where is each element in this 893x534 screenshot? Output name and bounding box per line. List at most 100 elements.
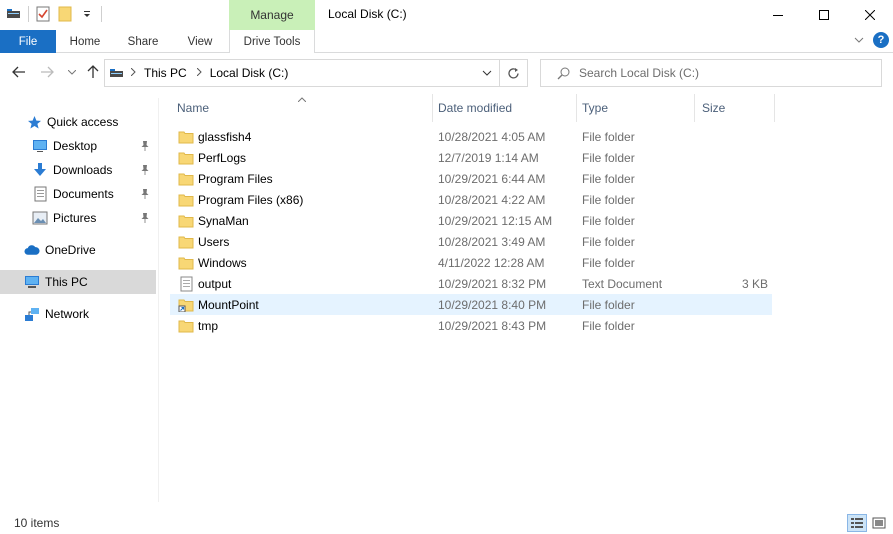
pin-icon[interactable] [138, 139, 152, 153]
file-type: File folder [582, 297, 635, 312]
sidebar-item-quick-access[interactable]: Quick access [0, 110, 156, 134]
sidebar-item-network[interactable]: Network [0, 302, 156, 326]
mount-point-icon [178, 297, 194, 313]
back-arrow-icon[interactable] [10, 63, 28, 81]
pin-icon[interactable] [138, 163, 152, 177]
file-size [702, 231, 768, 252]
ribbon-tabs: File Home Share View Drive Tools ? [0, 30, 893, 54]
up-arrow-icon[interactable] [84, 63, 102, 81]
quick-access-toolbar [6, 4, 108, 24]
sidebar-item-documents[interactable]: Documents [0, 182, 156, 206]
pictures-icon [32, 210, 48, 226]
column-header-type[interactable]: Type [582, 94, 682, 122]
star-icon [26, 114, 42, 130]
file-row[interactable]: Windows 4/11/2022 12:28 AM File folder [170, 252, 772, 273]
help-icon[interactable]: ? [873, 32, 889, 48]
file-row[interactable]: output 10/29/2021 8:32 PM Text Document 3 K… [170, 273, 772, 294]
file-date: 10/28/2021 4:22 AM [438, 192, 546, 207]
breadcrumb-separator-icon[interactable] [130, 67, 136, 79]
search-input[interactable]: Search Local Disk (C:) [540, 59, 882, 87]
file-name: Program Files (x86) [198, 192, 304, 207]
file-row[interactable]: PerfLogs 12/7/2019 1:14 AM File folder [170, 147, 772, 168]
sidebar-item-onedrive[interactable]: OneDrive [0, 238, 156, 262]
sidebar-item-this-pc[interactable]: This PC [0, 270, 156, 294]
file-row[interactable]: Program Files (x86) 10/28/2021 4:22 AM Fil… [170, 189, 772, 210]
breadcrumb-local-disk[interactable]: Local Disk (C:) [210, 66, 289, 80]
folder-icon [178, 255, 194, 271]
column-divider[interactable] [576, 94, 577, 122]
new-folder-icon[interactable] [57, 6, 73, 22]
file-row[interactable]: Program Files 10/29/2021 6:44 AM File fold… [170, 168, 772, 189]
file-date: 12/7/2019 1:14 AM [438, 150, 539, 165]
column-header-name[interactable]: Name [177, 94, 427, 122]
manage-context-tab[interactable]: Manage [229, 0, 315, 30]
pin-icon[interactable] [138, 187, 152, 201]
file-name: SynaMan [198, 213, 249, 228]
pane-divider[interactable] [158, 98, 159, 502]
file-name-cell: glassfish4 [178, 126, 251, 147]
file-size [702, 147, 768, 168]
minimize-button[interactable] [755, 0, 801, 30]
sidebar-item-desktop[interactable]: Desktop [0, 134, 156, 158]
forward-arrow-icon[interactable] [38, 63, 56, 81]
file-size: 3 KB [741, 276, 768, 291]
file-type: File folder [582, 129, 635, 144]
tab-drive-tools[interactable]: Drive Tools [229, 30, 315, 54]
file-type: File folder [582, 255, 635, 270]
file-row[interactable]: Users 10/28/2021 3:49 AM File folder [170, 231, 772, 252]
explorer-app-icon [6, 6, 22, 22]
customize-toolbar-icon[interactable] [79, 6, 95, 22]
folder-icon [178, 213, 194, 229]
address-bar[interactable]: This PC Local Disk (C:) [104, 59, 528, 87]
breadcrumb-this-pc[interactable]: This PC [144, 66, 187, 80]
file-name-cell: tmp [178, 315, 218, 336]
properties-icon[interactable] [35, 6, 51, 22]
file-size [702, 189, 768, 210]
file-date: 10/29/2021 12:15 AM [438, 213, 553, 228]
large-icons-view-icon[interactable] [869, 514, 889, 532]
breadcrumb-separator-icon[interactable] [196, 67, 202, 79]
file-row[interactable]: glassfish4 10/28/2021 4:05 AM File folder [170, 126, 772, 147]
details-view-icon[interactable] [847, 514, 867, 532]
file-type: File folder [582, 171, 635, 186]
sidebar-item-pictures[interactable]: Pictures [0, 206, 156, 230]
column-header-date[interactable]: Date modified [438, 94, 568, 122]
sidebar-item-downloads[interactable]: Downloads [0, 158, 156, 182]
window-title: Local Disk (C:) [328, 7, 407, 21]
tab-file[interactable]: File [0, 30, 56, 53]
title-bar: Manage Local Disk (C:) [0, 0, 893, 30]
file-type: File folder [582, 234, 635, 249]
sidebar-item-label: Desktop [53, 139, 98, 153]
close-button[interactable] [847, 0, 893, 30]
breadcrumb: This PC Local Disk (C:) [109, 60, 294, 86]
file-name-cell: MountPoint [178, 294, 259, 315]
column-header-size[interactable]: Size [702, 94, 762, 122]
file-row[interactable]: MountPoint 10/29/2021 8:40 PM File folder [170, 294, 772, 315]
address-history-dropdown-icon[interactable] [477, 60, 497, 86]
file-row[interactable]: SynaMan 10/29/2021 12:15 AM File folder [170, 210, 772, 231]
folder-icon [178, 171, 194, 187]
tab-share[interactable]: Share [114, 30, 172, 53]
tab-home[interactable]: Home [56, 30, 114, 53]
onedrive-cloud-icon [24, 242, 40, 258]
expand-ribbon-icon[interactable] [851, 32, 867, 48]
refresh-icon[interactable] [499, 60, 527, 86]
sidebar-item-label: Downloads [53, 163, 113, 177]
column-divider[interactable] [432, 94, 433, 122]
file-type: File folder [582, 192, 635, 207]
documents-icon [32, 186, 48, 202]
column-divider[interactable] [774, 94, 775, 122]
recent-locations-chevron-icon[interactable] [63, 63, 81, 81]
ribbon-right-controls: ? [851, 32, 889, 48]
toolbar-divider [28, 6, 29, 22]
column-divider[interactable] [694, 94, 695, 122]
file-name-cell: Windows [178, 252, 247, 273]
maximize-button[interactable] [801, 0, 847, 30]
tab-view[interactable]: View [172, 30, 228, 53]
file-size [702, 315, 768, 336]
pin-icon[interactable] [138, 211, 152, 225]
file-date: 10/29/2021 8:43 PM [438, 318, 547, 333]
file-row[interactable]: tmp 10/29/2021 8:43 PM File folder [170, 315, 772, 336]
file-type: File folder [582, 213, 635, 228]
file-name-cell: SynaMan [178, 210, 249, 231]
